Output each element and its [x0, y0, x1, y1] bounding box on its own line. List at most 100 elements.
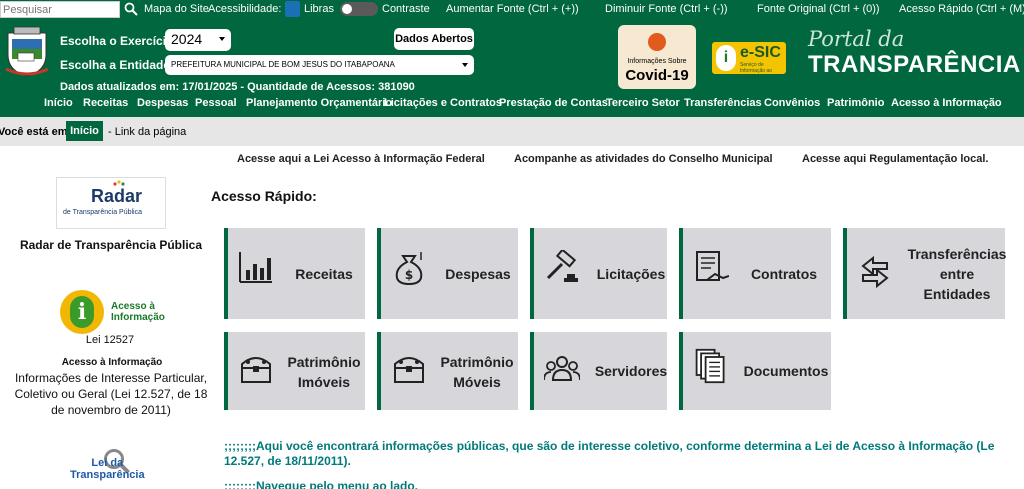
svg-text:$: $ [405, 268, 413, 282]
acesso-line2: Informação [111, 312, 165, 323]
breadcrumb-label: Você está em: [0, 126, 72, 138]
people-icon [544, 356, 580, 381]
tile-patrimonio-moveis[interactable]: Patrimônio Móveis [377, 332, 518, 410]
year-label: Escolha o Exercício: [60, 34, 178, 48]
tile-despesas[interactable]: $ Despesas [377, 228, 518, 319]
accessibility-label: Acessibilidade: [208, 3, 282, 15]
libras-link[interactable]: Libras [304, 3, 334, 15]
quick-access-title: Acesso Rápido: [211, 188, 317, 204]
tile-label: Contratos [750, 266, 818, 282]
acesso-line1: Acesso à [111, 301, 155, 312]
esic-subtitle: Serviço de Informação ao Cidadão [740, 62, 772, 80]
lei-line1: Lei da [91, 457, 124, 469]
covid-small-text: Informações Sobre [627, 58, 687, 65]
info-icon: i [716, 45, 736, 71]
portal-logo-line2: TRANSPARÊNCIA [808, 51, 1021, 78]
tile-label: Licitações [596, 266, 666, 282]
intro-nav-hint: ;;;;;;;;Navegue pelo menu ao lado. [224, 479, 419, 489]
esic-title: e-SIC [740, 44, 781, 61]
tile-label: Documentos [743, 363, 829, 379]
original-font-link[interactable]: Fonte Original (Ctrl + (0)) [757, 3, 880, 15]
radar-label[interactable]: Radar de Transparência Pública [18, 238, 204, 252]
nav-pessoal[interactable]: Pessoal [195, 97, 237, 109]
money-bag-icon: $ [395, 252, 423, 286]
bar-chart-icon [239, 252, 272, 283]
nav-convenios[interactable]: Convênios [764, 97, 820, 109]
lei-transparencia-logo[interactable]: Lei da Transparência [56, 443, 148, 489]
breadcrumb-current: - Link da página [108, 126, 187, 138]
nav-patrimonio[interactable]: Patrimônio [827, 97, 884, 109]
main-nav: Início Receitas Despesas Pessoal Planeja… [0, 97, 1024, 115]
tile-transferencias[interactable]: Transferências entre Entidades [843, 228, 1006, 319]
tile-label: Servidores [594, 363, 668, 379]
tile-contratos[interactable]: Contratos [679, 228, 831, 319]
tile-documentos[interactable]: Documentos [679, 332, 831, 410]
nav-despesas[interactable]: Despesas [137, 97, 188, 109]
intro-text: ;;;;;;;;Aqui você encontrará informações… [224, 439, 1024, 469]
entity-label: Escolha a Entidade: [60, 58, 175, 72]
acesso-informacao-logo-text: Acesso à Informação [111, 301, 165, 323]
decrease-font-link[interactable]: Diminuir Fonte (Ctrl + (-)) [605, 3, 728, 15]
intro-line2: 12.527, de 18/11/2011). [224, 454, 351, 468]
tile-patrimonio-imoveis[interactable]: Patrimônio Imóveis [224, 332, 365, 410]
intro-line1: ;;;;;;;;Aqui você encontrará informações… [224, 439, 995, 453]
nav-terceiro-setor[interactable]: Terceiro Setor [606, 97, 680, 109]
breadcrumb: Você está em: Início - Link da página [0, 117, 1024, 146]
toggle-knob [342, 4, 352, 14]
tile-licitacoes[interactable]: Licitações [530, 228, 667, 319]
lai-federal-link[interactable]: Acesse aqui a Lei Acesso à Informação Fe… [237, 153, 485, 165]
gavel-icon [546, 250, 578, 282]
tile-label: Receitas [295, 266, 353, 282]
transfer-arrows-icon [861, 255, 889, 289]
tile-servidores[interactable]: Servidores [530, 332, 667, 410]
acesso-description[interactable]: Informações de Interesse Particular, Col… [8, 370, 214, 418]
nav-planejamento[interactable]: Planejamento Orçamentário [246, 97, 392, 109]
contrast-label[interactable]: Contraste [382, 3, 430, 15]
open-data-button[interactable]: Dados Abertos [394, 28, 474, 50]
treasure-chest-icon [241, 357, 271, 383]
documents-icon [695, 348, 725, 384]
radar-logo[interactable]: Radar de Transparência Pública [56, 177, 166, 229]
treasure-chest-icon [394, 357, 424, 383]
entity-select[interactable]: PREFEITURA MUNICIPAL DE BOM JESUS DO ITA… [165, 55, 474, 75]
contrast-toggle[interactable] [340, 2, 378, 16]
lei-transparencia-text: Lei da Transparência [70, 457, 145, 481]
accessibility-bar: Mapa do Site Acessibilidade: Libras Cont… [0, 0, 1024, 19]
chevron-down-icon [462, 63, 468, 67]
chevron-down-icon [219, 37, 225, 41]
nav-transferencias[interactable]: Transferências [684, 97, 762, 109]
breadcrumb-home[interactable]: Início [66, 121, 103, 141]
radar-word: Radar [91, 186, 143, 206]
nav-prestacao[interactable]: Prestação de Contas [499, 97, 608, 109]
libras-hand-icon[interactable] [285, 1, 300, 17]
entity-value: PREFEITURA MUNICIPAL DE BOM JESUS DO ITA… [171, 60, 395, 69]
search-icon[interactable] [124, 2, 138, 16]
increase-font-link[interactable]: Aumentar Fonte (Ctrl + (+)) [446, 3, 579, 15]
contract-handshake-icon [696, 251, 729, 281]
esic-banner[interactable]: i e-SIC Serviço de Informação ao Cidadão [712, 42, 786, 80]
acesso-title: Acesso à Informação [61, 357, 163, 368]
nav-inicio[interactable]: Início [44, 97, 73, 109]
search-input[interactable] [0, 1, 120, 18]
nav-licitacoes[interactable]: Licitações e Contratos [384, 97, 502, 109]
tile-label: Despesas [445, 266, 511, 282]
tile-label: Transferências entre Entidades [907, 246, 1007, 302]
quick-access-link[interactable]: Acesso Rápido (Ctrl + (M)) [899, 3, 1024, 15]
lei-number: Lei 12527 [85, 334, 135, 346]
portal-logo-line1: Portal da [808, 27, 905, 51]
tile-label: Patrimônio Móveis [440, 354, 514, 390]
conselho-link[interactable]: Acompanhe as atividades do Conselho Muni… [514, 153, 773, 165]
update-info: Dados atualizados em: 17/01/2025 - Quant… [60, 81, 415, 93]
acesso-informacao-icon[interactable]: i [60, 290, 104, 334]
tile-receitas[interactable]: Receitas [224, 228, 365, 319]
regulamentacao-link[interactable]: Acesse aqui Regulamentação local. [802, 153, 988, 165]
covid-banner[interactable]: Informações Sobre Covid-19 [618, 25, 696, 89]
year-select[interactable]: 2024 [165, 29, 231, 51]
tile-label: Patrimônio Imóveis [287, 354, 361, 390]
site-header: Escolha o Exercício: 2024 Escolha a Enti… [0, 19, 1024, 117]
site-map-link[interactable]: Mapa do Site [144, 3, 209, 15]
nav-acesso-informacao[interactable]: Acesso à Informação [891, 97, 1002, 109]
nav-receitas[interactable]: Receitas [83, 97, 128, 109]
radar-sub: de Transparência Pública [63, 209, 142, 216]
lei-line2: Transparência [70, 469, 145, 481]
